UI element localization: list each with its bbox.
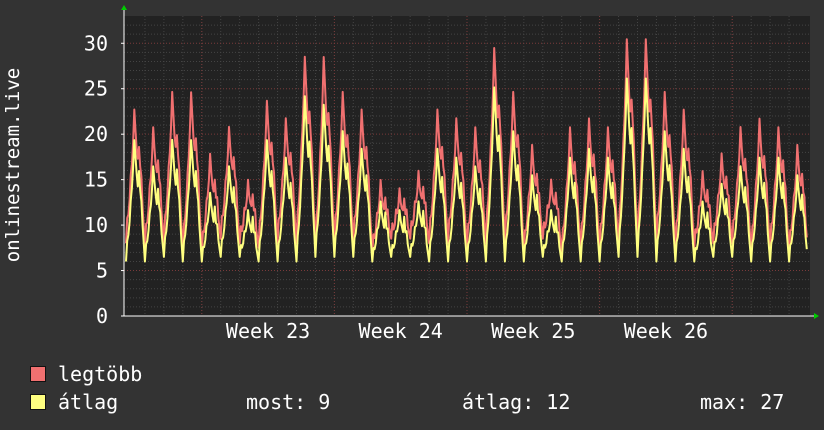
legend-label-max: legtöbb: [58, 362, 143, 386]
stat-avg: átlag: 12: [462, 390, 571, 414]
x-axis-arrow: [814, 313, 819, 319]
y-axis-label: onlinestream.live: [2, 68, 24, 262]
legend-item-max: legtöbb: [30, 362, 142, 386]
x-tick-label: Week 24: [359, 319, 443, 343]
legend-item-avg: átlag: [30, 390, 118, 414]
legend-swatch-avg: [30, 394, 46, 410]
y-tick-label: 10: [84, 213, 108, 237]
legend-swatch-max: [30, 366, 46, 382]
y-tick-label: 15: [84, 168, 108, 192]
x-tick-label: Week 25: [491, 319, 575, 343]
x-tick-label: Week 26: [624, 319, 708, 343]
y-tick-label: 5: [96, 259, 108, 283]
stat-now: most: 9: [246, 390, 331, 414]
y-tick-label: 20: [84, 122, 108, 146]
y-tick-label: 0: [96, 304, 108, 328]
y-tick-label: 25: [84, 77, 108, 101]
y-axis-arrow: [121, 5, 127, 10]
legend-label-avg: átlag: [58, 390, 119, 414]
x-tick-label: Week 23: [226, 319, 310, 343]
y-tick-label: 30: [84, 31, 108, 55]
stat-max: max: 27: [700, 390, 785, 414]
